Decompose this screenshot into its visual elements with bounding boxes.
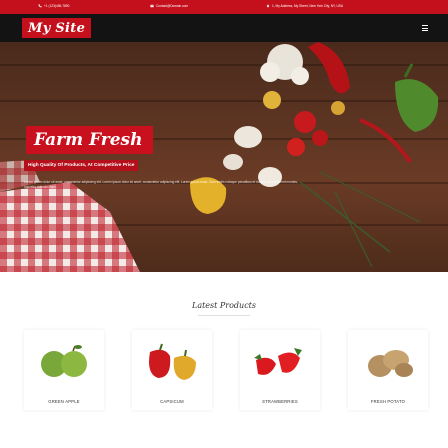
strawberries-image [254, 348, 302, 375]
product-name: STRAWBERRIES [262, 399, 298, 404]
hamburger-menu-icon[interactable] [422, 25, 428, 31]
potato-image [368, 350, 413, 377]
hero-title-box: Farm Fresh [26, 126, 153, 154]
site-logo[interactable]: My Site [22, 18, 92, 38]
hero-banner: Farm Fresh High Quality Of Products, At … [0, 42, 448, 272]
product-name: CAPSICUM [160, 399, 184, 404]
products-list: GREEN APPLE CAPSICUM STRAWBERRIES FRESH … [24, 330, 428, 410]
hero-subtitle: High Quality Of Products, At Competitive… [24, 160, 139, 171]
address-info[interactable]: 1, My Address, My Street, New York City,… [266, 4, 343, 8]
hero-title: Farm Fresh [34, 130, 143, 150]
map-pin-icon [266, 4, 270, 8]
envelope-icon [150, 4, 154, 8]
top-info-bar: +1 (123)456-7890 Contact@Domain.com 1, M… [0, 0, 448, 14]
product-name: GREEN APPLE [48, 399, 80, 404]
product-card-green-apple[interactable]: GREEN APPLE [24, 330, 104, 410]
product-name: FRESH POTATO [370, 399, 406, 404]
email-info[interactable]: Contact@Domain.com [150, 4, 188, 8]
capsicum-image [149, 343, 196, 380]
address-text: 1, My Address, My Street, New York City,… [272, 4, 344, 8]
product-card-fresh-potato[interactable]: FRESH POTATO [348, 330, 428, 410]
navbar: My Site [0, 14, 448, 42]
product-card-strawberries[interactable]: STRAWBERRIES [240, 330, 320, 410]
email-text: Contact@Domain.com [156, 4, 189, 8]
product-card-capsicum[interactable]: CAPSICUM [132, 330, 212, 410]
heading-divider [198, 315, 250, 316]
phone-text: +1 (123)456-7890 [44, 4, 70, 8]
hero-description: Lorem ipsum dolor sit amet, consectetur … [24, 180, 298, 189]
latest-products-heading: Latest Products [192, 301, 256, 310]
hero-vegetables-image [0, 42, 439, 272]
phone-icon [38, 4, 42, 8]
phone-info[interactable]: +1 (123)456-7890 [38, 4, 69, 8]
green-apple-image [41, 345, 87, 377]
